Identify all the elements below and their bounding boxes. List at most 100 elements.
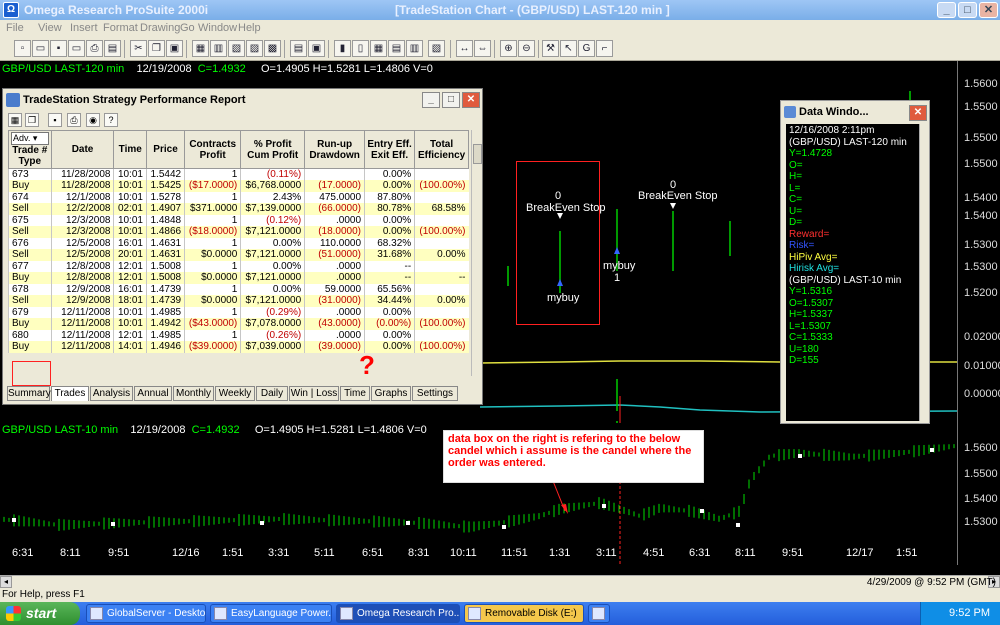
- trade-row[interactable]: 674 12/1/2008 10:01 1.5278 1 2.43% 475.0000 87.…: [8, 191, 469, 203]
- scroll-right-icon[interactable]: ⇔: [474, 40, 491, 57]
- trade-row[interactable]: Sell 12/3/2008 10:01 1.4866 ($18.0000) $7,121…: [8, 226, 469, 238]
- trade-row[interactable]: Buy 12/11/2008 10:01 1.4942 ($43.0000) $7,078…: [8, 318, 469, 330]
- trade-row[interactable]: Sell 12/5/2008 20:01 1.4631 $0.0000 $7,121.00…: [8, 249, 469, 261]
- data-window[interactable]: Data Windo... ✕ 12/16/2008 2:11pm (GBP/US…: [780, 100, 930, 424]
- app-icon[interactable]: Ω: [3, 2, 19, 18]
- bar-chart-icon[interactable]: ▮: [334, 40, 351, 57]
- task-easylanguage[interactable]: EasyLanguage Power...: [210, 604, 332, 623]
- menu-format[interactable]: Format: [103, 22, 138, 34]
- col-total-efficiency[interactable]: Total Efficiency: [414, 130, 469, 169]
- close-button[interactable]: ✕: [979, 2, 998, 18]
- strategy-icon[interactable]: ▨: [246, 40, 263, 57]
- trade-row[interactable]: Buy 11/28/2008 10:01 1.5425 ($17.0000) $6,768…: [8, 180, 469, 192]
- performance-report-window[interactable]: TradeStation Strategy Performance Report…: [2, 88, 483, 405]
- trade-row[interactable]: 680 12/11/2008 12:01 1.4985 1 (0.26%) .0000 0.0…: [8, 329, 469, 341]
- format-icon[interactable]: ▥: [210, 40, 227, 57]
- trade-row[interactable]: 678 12/9/2008 16:01 1.4739 1 0.00% 59.0000 65.5…: [8, 283, 469, 295]
- indicator-icon[interactable]: ▧: [228, 40, 245, 57]
- tab-annual[interactable]: Annual: [134, 386, 172, 401]
- cut-icon[interactable]: ✂: [130, 40, 147, 57]
- col-trade-type[interactable]: Adv. ▾ Trade # Type: [8, 130, 52, 169]
- measure-icon[interactable]: ⌐: [596, 40, 613, 57]
- print-icon[interactable]: ⎙: [86, 40, 103, 57]
- tab-trades[interactable]: Trades: [51, 386, 89, 401]
- data-window-title-bar[interactable]: Data Windo... ✕: [781, 101, 929, 124]
- print-preview-icon[interactable]: ▤: [104, 40, 121, 57]
- col-price[interactable]: Price: [145, 130, 186, 169]
- task-globalserver[interactable]: GlobalServer - Deskto...: [86, 604, 206, 623]
- minimize-button[interactable]: _: [937, 2, 956, 18]
- trade-row[interactable]: Sell 12/9/2008 18:01 1.4739 $0.0000 $7,121.00…: [8, 295, 469, 307]
- trade-row[interactable]: Buy 12/8/2008 12:01 1.5008 $0.0000 $7,121.000…: [8, 272, 469, 284]
- chart-type-icon[interactable]: ▩: [264, 40, 281, 57]
- trade-row[interactable]: 679 12/11/2008 10:01 1.4985 1 (0.29%) .0000 0.0…: [8, 306, 469, 318]
- copy-icon[interactable]: ❐: [148, 40, 165, 57]
- trade-row[interactable]: Buy 12/11/2008 14:01 1.4946 ($39.0000) $7,039…: [8, 341, 469, 353]
- zoom-out-icon[interactable]: ⊖: [518, 40, 535, 57]
- open-icon[interactable]: ▭: [68, 40, 85, 57]
- report-copy-icon[interactable]: ❐: [25, 113, 39, 127]
- report-help-icon[interactable]: ?: [104, 113, 118, 127]
- tab-graphs[interactable]: Graphs: [371, 386, 411, 401]
- start-button[interactable]: start: [0, 602, 80, 625]
- report-icon[interactable]: ▤: [388, 40, 405, 57]
- menu-drawing[interactable]: Drawing: [140, 22, 180, 34]
- scrollbar-thumb[interactable]: [473, 144, 482, 164]
- zoom-in-icon[interactable]: ⊕: [500, 40, 517, 57]
- chart-icon[interactable]: ▥: [406, 40, 423, 57]
- report-maximize-button[interactable]: □: [442, 92, 460, 108]
- col-date[interactable]: Date: [50, 130, 115, 169]
- paste-icon[interactable]: ▣: [166, 40, 183, 57]
- menu-insert[interactable]: Insert: [70, 22, 98, 34]
- report-vertical-scrollbar[interactable]: [471, 130, 482, 376]
- open-folder-icon[interactable]: ▭: [32, 40, 49, 57]
- col-profit-cum[interactable]: % Profit Cum Profit: [240, 130, 306, 169]
- task-extra[interactable]: [588, 604, 610, 623]
- gann-icon[interactable]: G: [578, 40, 595, 57]
- insert-analysis-icon[interactable]: ▦: [192, 40, 209, 57]
- tab-summary[interactable]: Summary: [7, 386, 51, 401]
- tools-icon[interactable]: ⚒: [542, 40, 559, 57]
- chart-horizontal-scrollbar[interactable]: ◂ ▸: [0, 575, 1000, 588]
- col-time[interactable]: Time: [113, 130, 147, 169]
- scanner-icon[interactable]: ▧: [428, 40, 445, 57]
- tab-daily[interactable]: Daily: [256, 386, 288, 401]
- menu-go[interactable]: Go: [180, 22, 195, 34]
- quote-icon[interactable]: ▯: [352, 40, 369, 57]
- tab-time[interactable]: Time: [340, 386, 370, 401]
- workspace-icon[interactable]: ▤: [290, 40, 307, 57]
- col-entry-exit-eff[interactable]: Entry Eff. Exit Eff.: [364, 130, 416, 169]
- report-globe-icon[interactable]: ◉: [86, 113, 100, 127]
- scroll-left-icon[interactable]: ↔: [456, 40, 473, 57]
- trade-row[interactable]: Sell 12/2/2008 02:01 1.4907 $371.0000 $7,139.…: [8, 203, 469, 215]
- pointer-icon[interactable]: ↖: [560, 40, 577, 57]
- trade-row[interactable]: 673 11/28/2008 10:01 1.5442 1 (0.11%) 0.00%: [8, 168, 469, 180]
- performance-report-title-bar[interactable]: TradeStation Strategy Performance Report…: [3, 89, 482, 111]
- trade-row[interactable]: 675 12/3/2008 10:01 1.4848 1 (0.12%) .0000 0.00…: [8, 214, 469, 226]
- task-removable-disk[interactable]: Removable Disk (E:): [464, 604, 584, 623]
- report-minimize-button[interactable]: _: [422, 92, 440, 108]
- tab-monthly[interactable]: Monthly: [173, 386, 214, 401]
- adv-selector[interactable]: Adv. ▾: [11, 132, 49, 145]
- report-save-icon[interactable]: ▪: [48, 113, 62, 127]
- menu-help[interactable]: Help: [238, 22, 261, 34]
- menu-file[interactable]: File: [6, 22, 24, 34]
- data-window-scrollbar[interactable]: [919, 124, 929, 421]
- report-format-icon[interactable]: ▦: [8, 113, 22, 127]
- new-icon[interactable]: ▫: [14, 40, 31, 57]
- scroll-left-icon[interactable]: ◂: [0, 576, 12, 588]
- col-contracts-profit[interactable]: Contracts Profit: [184, 130, 242, 169]
- matrix-icon[interactable]: ▦: [370, 40, 387, 57]
- report-close-button[interactable]: ✕: [462, 92, 480, 108]
- trade-row[interactable]: 676 12/5/2008 16:01 1.4631 1 0.00% 110.0000 68.…: [8, 237, 469, 249]
- menu-window[interactable]: Window: [198, 22, 237, 34]
- save-icon[interactable]: ▪: [50, 40, 67, 57]
- tab-win-loss[interactable]: Win | Loss: [289, 386, 339, 401]
- trade-row[interactable]: 677 12/8/2008 12:01 1.5008 1 0.00% .0000 --: [8, 260, 469, 272]
- tab-analysis[interactable]: Analysis: [90, 386, 133, 401]
- tab-weekly[interactable]: Weekly: [215, 386, 255, 401]
- report-print-icon[interactable]: ⎙: [67, 113, 81, 127]
- data-window-close-button[interactable]: ✕: [909, 105, 927, 121]
- task-omega-research[interactable]: Omega Research Pro...: [336, 604, 460, 623]
- menu-view[interactable]: View: [38, 22, 62, 34]
